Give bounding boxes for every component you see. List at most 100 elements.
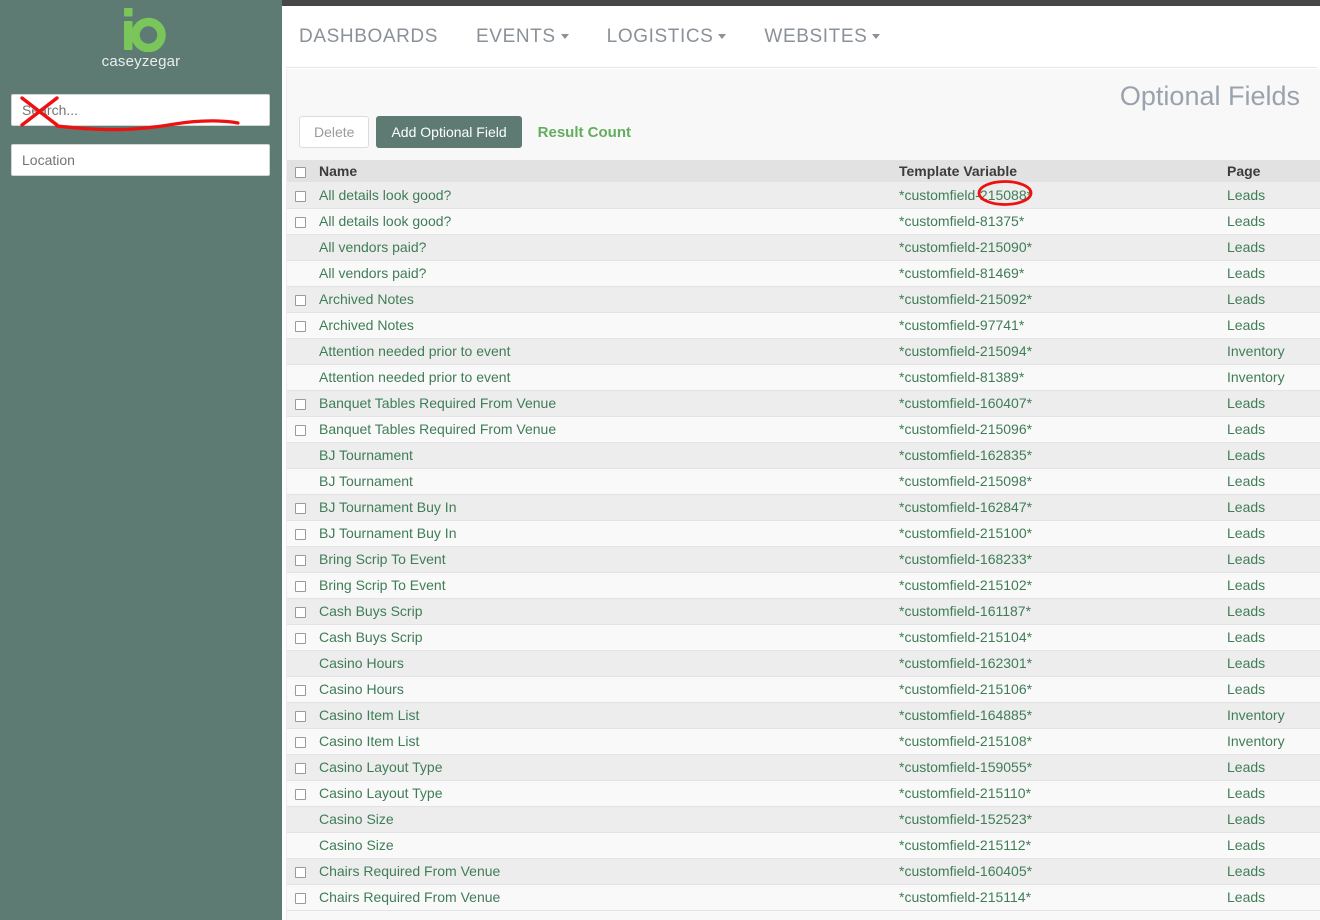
row-checkbox[interactable] [295,632,306,644]
row-select-cell[interactable] [287,208,319,235]
cell-name[interactable]: Bring Scrip To Event [319,546,899,573]
column-header-template-variable[interactable]: Template Variable [899,160,1227,182]
cell-name[interactable]: Cash Buys Scrip [319,598,899,625]
table-row[interactable]: Attention needed prior to event *customfi… [287,338,1320,365]
table-row[interactable]: Casino Hours *customfield-215106* Leads [287,676,1320,703]
cell-name[interactable]: Banquet Tables Required From Venue [319,416,899,443]
row-checkbox[interactable] [295,892,306,904]
cell-name[interactable]: Casino Size [319,806,899,833]
row-checkbox[interactable] [295,606,306,618]
column-header-name[interactable]: Name [319,160,899,182]
row-select-cell[interactable] [287,754,319,781]
table-row[interactable]: Chairs Required From Venue *customfield-2… [287,884,1320,911]
table-row[interactable]: Cash Buys Scrip *customfield-161187* Leads [287,598,1320,625]
table-row[interactable]: Casino Layout Type *customfield-215110* Le… [287,780,1320,807]
cell-name[interactable]: All details look good? [319,208,899,235]
table-row[interactable]: All details look good? *customfield-81375… [287,208,1320,235]
row-select-cell[interactable] [287,624,319,651]
cell-name[interactable]: Cash Buys Scrip [319,624,899,651]
row-select-cell[interactable] [287,780,319,807]
table-row[interactable]: BJ Tournament *customfield-162835* Leads [287,442,1320,469]
cell-name[interactable]: BJ Tournament [319,468,899,495]
cell-name[interactable]: Bring Scrip To Event [319,572,899,599]
table-row[interactable]: Casino Size *customfield-152523* Leads [287,806,1320,833]
cell-name[interactable]: Attention needed prior to event [319,338,899,365]
nav-item-websites[interactable]: WEBSITES [764,26,881,48]
cell-name[interactable]: BJ Tournament Buy In [319,520,899,547]
cell-name[interactable]: Attention needed prior to event [319,364,899,391]
cell-name[interactable]: All vendors paid? [319,260,899,287]
table-row[interactable]: BJ Tournament Buy In *customfield-162847*… [287,494,1320,521]
nav-item-events[interactable]: EVENTS [476,26,569,48]
table-row[interactable]: Banquet Tables Required From Venue *custo… [287,416,1320,443]
row-select-cell[interactable] [287,728,319,755]
row-select-cell[interactable] [287,598,319,625]
row-select-cell[interactable] [287,858,319,885]
row-select-cell[interactable] [287,416,319,443]
row-checkbox[interactable] [295,216,306,228]
row-checkbox[interactable] [295,736,306,748]
cell-name[interactable]: Chairs Required From Venue [319,858,899,885]
table-row[interactable]: Casino Layout Type *customfield-159055* Le… [287,754,1320,781]
search-input[interactable] [11,94,270,126]
cell-name[interactable]: Casino Item List [319,728,899,755]
row-checkbox[interactable] [295,502,306,514]
cell-name[interactable]: Casino Hours [319,650,899,677]
table-row[interactable]: All vendors paid? *customfield-215090* Lea… [287,234,1320,261]
row-checkbox[interactable] [295,190,306,202]
cell-name[interactable]: Casino Size [319,832,899,859]
select-all-checkbox[interactable] [295,166,306,178]
table-row[interactable]: Casino Hours *customfield-162301* Leads [287,650,1320,677]
column-header-page[interactable]: Page [1227,160,1320,182]
row-select-cell[interactable] [287,676,319,703]
row-select-cell[interactable] [287,312,319,339]
row-select-cell[interactable] [287,884,319,911]
cell-name[interactable]: BJ Tournament Buy In [319,494,899,521]
cell-name[interactable]: BJ Tournament [319,442,899,469]
table-row[interactable]: Bring Scrip To Event *customfield-168233*… [287,546,1320,573]
table-row[interactable]: Archived Notes *customfield-215092* Leads [287,286,1320,313]
cell-name[interactable]: All details look good? [319,182,899,209]
row-checkbox[interactable] [295,424,306,436]
table-row[interactable]: BJ Tournament Buy In *customfield-215100*… [287,520,1320,547]
row-select-cell[interactable] [287,390,319,417]
result-count-link[interactable]: Result Count [538,124,631,141]
row-checkbox[interactable] [295,580,306,592]
row-checkbox[interactable] [295,554,306,566]
table-row[interactable]: All vendors paid? *customfield-81469* Lead… [287,260,1320,287]
row-select-cell[interactable] [287,182,319,209]
table-row[interactable]: Bring Scrip To Event *customfield-215102*… [287,572,1320,599]
row-select-cell[interactable] [287,572,319,599]
cell-name[interactable]: Casino Hours [319,676,899,703]
row-select-cell[interactable] [287,702,319,729]
cell-name[interactable]: Archived Notes [319,286,899,313]
table-row[interactable]: Archived Notes *customfield-97741* Leads [287,312,1320,339]
row-select-cell[interactable] [287,546,319,573]
cell-name[interactable]: Casino Layout Type [319,754,899,781]
row-checkbox[interactable] [295,320,306,332]
row-checkbox[interactable] [295,398,306,410]
nav-item-logistics[interactable]: LOGISTICS [607,26,727,48]
table-row[interactable]: Banquet Tables Required From Venue *custo… [287,390,1320,417]
row-select-cell[interactable] [287,494,319,521]
row-checkbox[interactable] [295,294,306,306]
cell-name[interactable]: Banquet Tables Required From Venue [319,390,899,417]
table-row[interactable]: Chairs Required From Venue *customfield-1… [287,858,1320,885]
row-checkbox[interactable] [295,684,306,696]
table-row[interactable]: Casino Size *customfield-215112* Leads [287,832,1320,859]
row-checkbox[interactable] [295,866,306,878]
table-row[interactable]: Cash Buys Scrip *customfield-215104* Leads [287,624,1320,651]
row-select-cell[interactable] [287,286,319,313]
location-input[interactable] [11,144,270,176]
delete-button[interactable]: Delete [299,116,370,148]
row-checkbox[interactable] [295,710,306,722]
cell-name[interactable]: Chairs Required From Venue [319,884,899,911]
add-optional-field-button[interactable]: Add Optional Field [376,116,522,148]
cell-name[interactable]: Casino Item List [319,702,899,729]
cell-name[interactable]: Archived Notes [319,312,899,339]
table-row[interactable]: All details look good? *customfield-21508… [287,182,1320,209]
row-checkbox[interactable] [295,762,306,774]
table-row[interactable]: Casino Item List *customfield-164885* Inve… [287,702,1320,729]
nav-item-dashboards[interactable]: DASHBOARDS [299,26,438,48]
cell-name[interactable]: All vendors paid? [319,234,899,261]
